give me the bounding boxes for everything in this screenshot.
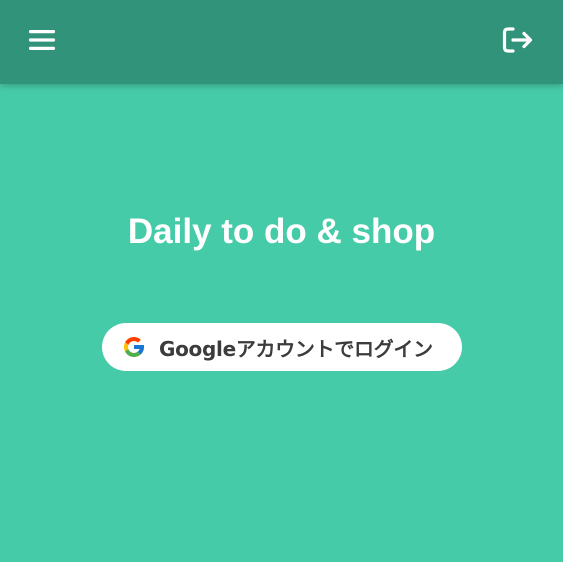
logout-icon [501, 26, 535, 59]
logout-button[interactable] [498, 22, 538, 62]
google-login-button[interactable]: Googleアカウントでログイン [102, 323, 462, 371]
top-app-bar [0, 0, 563, 84]
app-screen: Daily to do & shop Googleアカウントでログイン [0, 0, 563, 562]
google-logo-icon [122, 335, 146, 359]
app-title: Daily to do & shop [127, 212, 436, 251]
hamburger-menu-icon [28, 28, 56, 57]
google-login-label: Googleアカウントでログイン [159, 336, 433, 361]
menu-button[interactable] [22, 22, 62, 62]
